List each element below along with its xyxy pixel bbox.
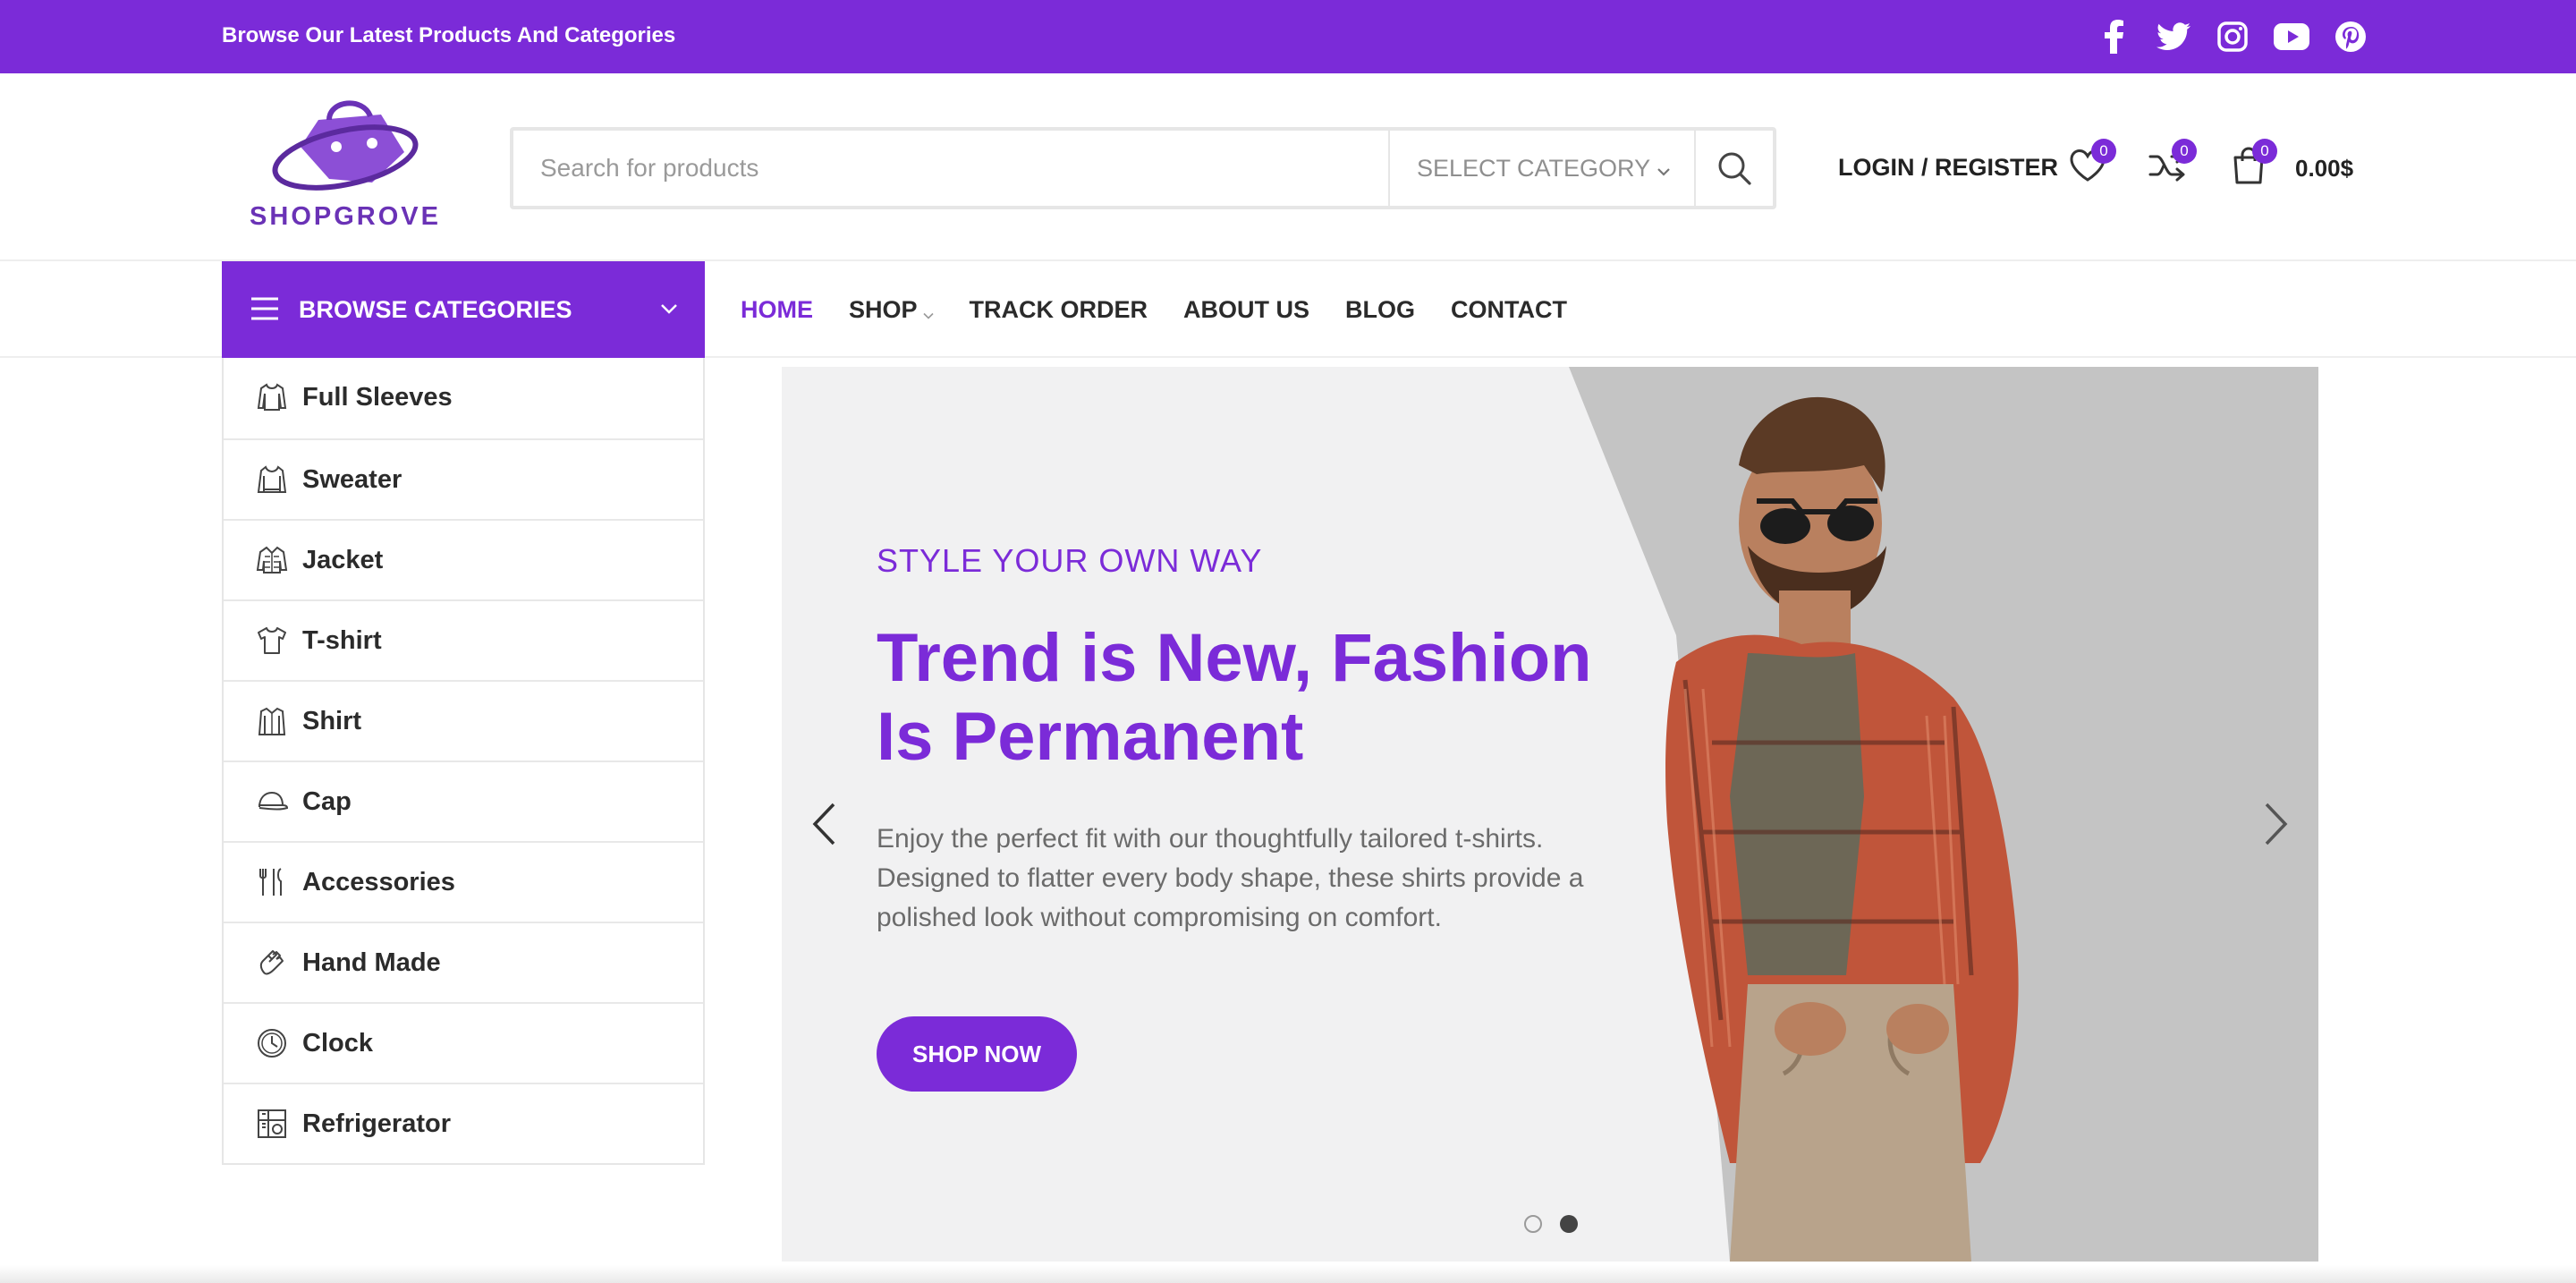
wishlist-button[interactable]: 0 [2061, 139, 2116, 192]
category-item-accessories[interactable]: Accessories [224, 841, 703, 922]
jacket-icon [256, 544, 288, 576]
category-item-shirt[interactable]: Shirt [224, 680, 703, 760]
category-label: Jacket [302, 546, 384, 574]
nav-track-order-label: TRACK ORDER [969, 296, 1148, 323]
category-item-cap[interactable]: Cap [224, 760, 703, 841]
slider-next-button[interactable] [2254, 793, 2299, 855]
shop-now-button[interactable]: SHOP NOW [877, 1016, 1077, 1092]
clock-icon [256, 1027, 288, 1059]
nav-home[interactable]: HOME [741, 261, 813, 358]
cart-total[interactable]: 0.00$ [2295, 73, 2353, 261]
sweater-icon [256, 463, 288, 496]
category-select-label: SELECT CATEGORY [1417, 155, 1651, 182]
hero-eyebrow: STYLE YOUR OWN WAY [877, 542, 1263, 579]
youtube-icon[interactable] [2270, 15, 2313, 58]
cap-icon [256, 786, 289, 818]
shopping-bag-logo-icon [272, 100, 419, 191]
facebook-icon[interactable] [2093, 15, 2136, 58]
topbar-announcement: Browse Our Latest Products And Categorie… [222, 23, 676, 47]
search-bar: SELECT CATEGORY [510, 127, 1776, 209]
category-item-jacket[interactable]: Jacket [224, 519, 703, 599]
slider-dot-1[interactable] [1524, 1215, 1542, 1233]
cart-button[interactable]: 0 [2222, 139, 2277, 192]
compare-count-badge: 0 [2172, 139, 2197, 164]
category-label: Hand Made [302, 948, 441, 977]
top-bar: Browse Our Latest Products And Categorie… [0, 0, 2576, 73]
site-logo[interactable]: SHOPGROVE [247, 93, 444, 245]
hand-made-icon [256, 947, 288, 979]
compare-button[interactable]: 0 [2141, 139, 2197, 192]
category-label: T-shirt [302, 626, 382, 655]
login-register-link[interactable]: LOGIN / REGISTER [1838, 73, 2058, 261]
slider-prev-button[interactable] [801, 793, 846, 855]
slider-dot-2[interactable] [1560, 1215, 1578, 1233]
chevron-down-icon [660, 302, 678, 319]
category-label: Cap [302, 787, 352, 816]
cart-count-badge: 0 [2252, 139, 2277, 164]
main-navigation-row: BROWSE CATEGORIES HOME SHOP TRACK ORDER … [0, 261, 2576, 358]
nav-shop[interactable]: SHOP [849, 261, 934, 358]
hero-slider: STYLE YOUR OWN WAY Trend is New, Fashion… [782, 367, 2318, 1262]
hero-headline: Trend is New, Fashion Is Permanent [877, 620, 1592, 775]
category-list: Full Sleeves Sweater Jacket T-shirt Shir… [222, 358, 705, 1165]
nav-blog[interactable]: BLOG [1345, 261, 1415, 358]
nav-shop-label: SHOP [849, 296, 918, 323]
full-sleeves-icon [256, 381, 288, 413]
hero-model-image [1569, 367, 2318, 1262]
logo-wordmark: SHOPGROVE [250, 202, 441, 231]
chevron-down-icon [1657, 131, 1671, 206]
nav-home-label: HOME [741, 296, 813, 323]
category-label: Clock [302, 1029, 373, 1058]
chevron-right-icon [2265, 803, 2288, 845]
refrigerator-icon [256, 1108, 288, 1140]
category-label: Sweater [302, 465, 402, 494]
category-item-hand-made[interactable]: Hand Made [224, 922, 703, 1002]
category-item-tshirt[interactable]: T-shirt [224, 599, 703, 680]
nav-about-us-label: ABOUT US [1183, 296, 1310, 323]
instagram-icon[interactable] [2211, 15, 2254, 58]
search-input[interactable] [513, 131, 1388, 206]
category-label: Accessories [302, 868, 455, 896]
chevron-left-icon [812, 803, 835, 845]
shirt-icon [256, 705, 288, 737]
chevron-down-icon [922, 263, 934, 360]
accessories-icon [256, 866, 288, 898]
twitter-icon[interactable] [2152, 15, 2195, 58]
social-links [2093, 15, 2372, 58]
hero-description: Enjoy the perfect fit with our thoughtfu… [877, 824, 1584, 932]
nav-contact[interactable]: CONTACT [1451, 261, 1567, 358]
category-item-clock[interactable]: Clock [224, 1002, 703, 1083]
category-label: Shirt [302, 707, 362, 735]
browse-categories-label: BROWSE CATEGORIES [299, 296, 572, 323]
browse-categories-button[interactable]: BROWSE CATEGORIES [222, 261, 705, 358]
category-label: Full Sleeves [302, 383, 453, 412]
search-button[interactable] [1694, 131, 1773, 206]
nav-about-us[interactable]: ABOUT US [1183, 261, 1309, 358]
wishlist-count-badge: 0 [2091, 139, 2116, 164]
tshirt-icon [256, 625, 288, 657]
pinterest-icon[interactable] [2329, 15, 2372, 58]
hamburger-menu-icon [250, 297, 279, 325]
category-item-full-sleeves[interactable]: Full Sleeves [224, 358, 703, 438]
nav-blog-label: BLOG [1345, 296, 1416, 323]
main-menu: HOME SHOP TRACK ORDER ABOUT US BLOG CONT… [741, 261, 1603, 358]
slider-pagination [1524, 1215, 1578, 1233]
category-item-refrigerator[interactable]: Refrigerator [224, 1083, 703, 1163]
page-bottom-edge [0, 1265, 2576, 1283]
category-label: Refrigerator [302, 1109, 451, 1138]
nav-track-order[interactable]: TRACK ORDER [970, 261, 1148, 358]
category-select[interactable]: SELECT CATEGORY [1388, 131, 1694, 206]
nav-contact-label: CONTACT [1451, 296, 1568, 323]
search-icon [1718, 152, 1751, 185]
category-item-sweater[interactable]: Sweater [224, 438, 703, 519]
